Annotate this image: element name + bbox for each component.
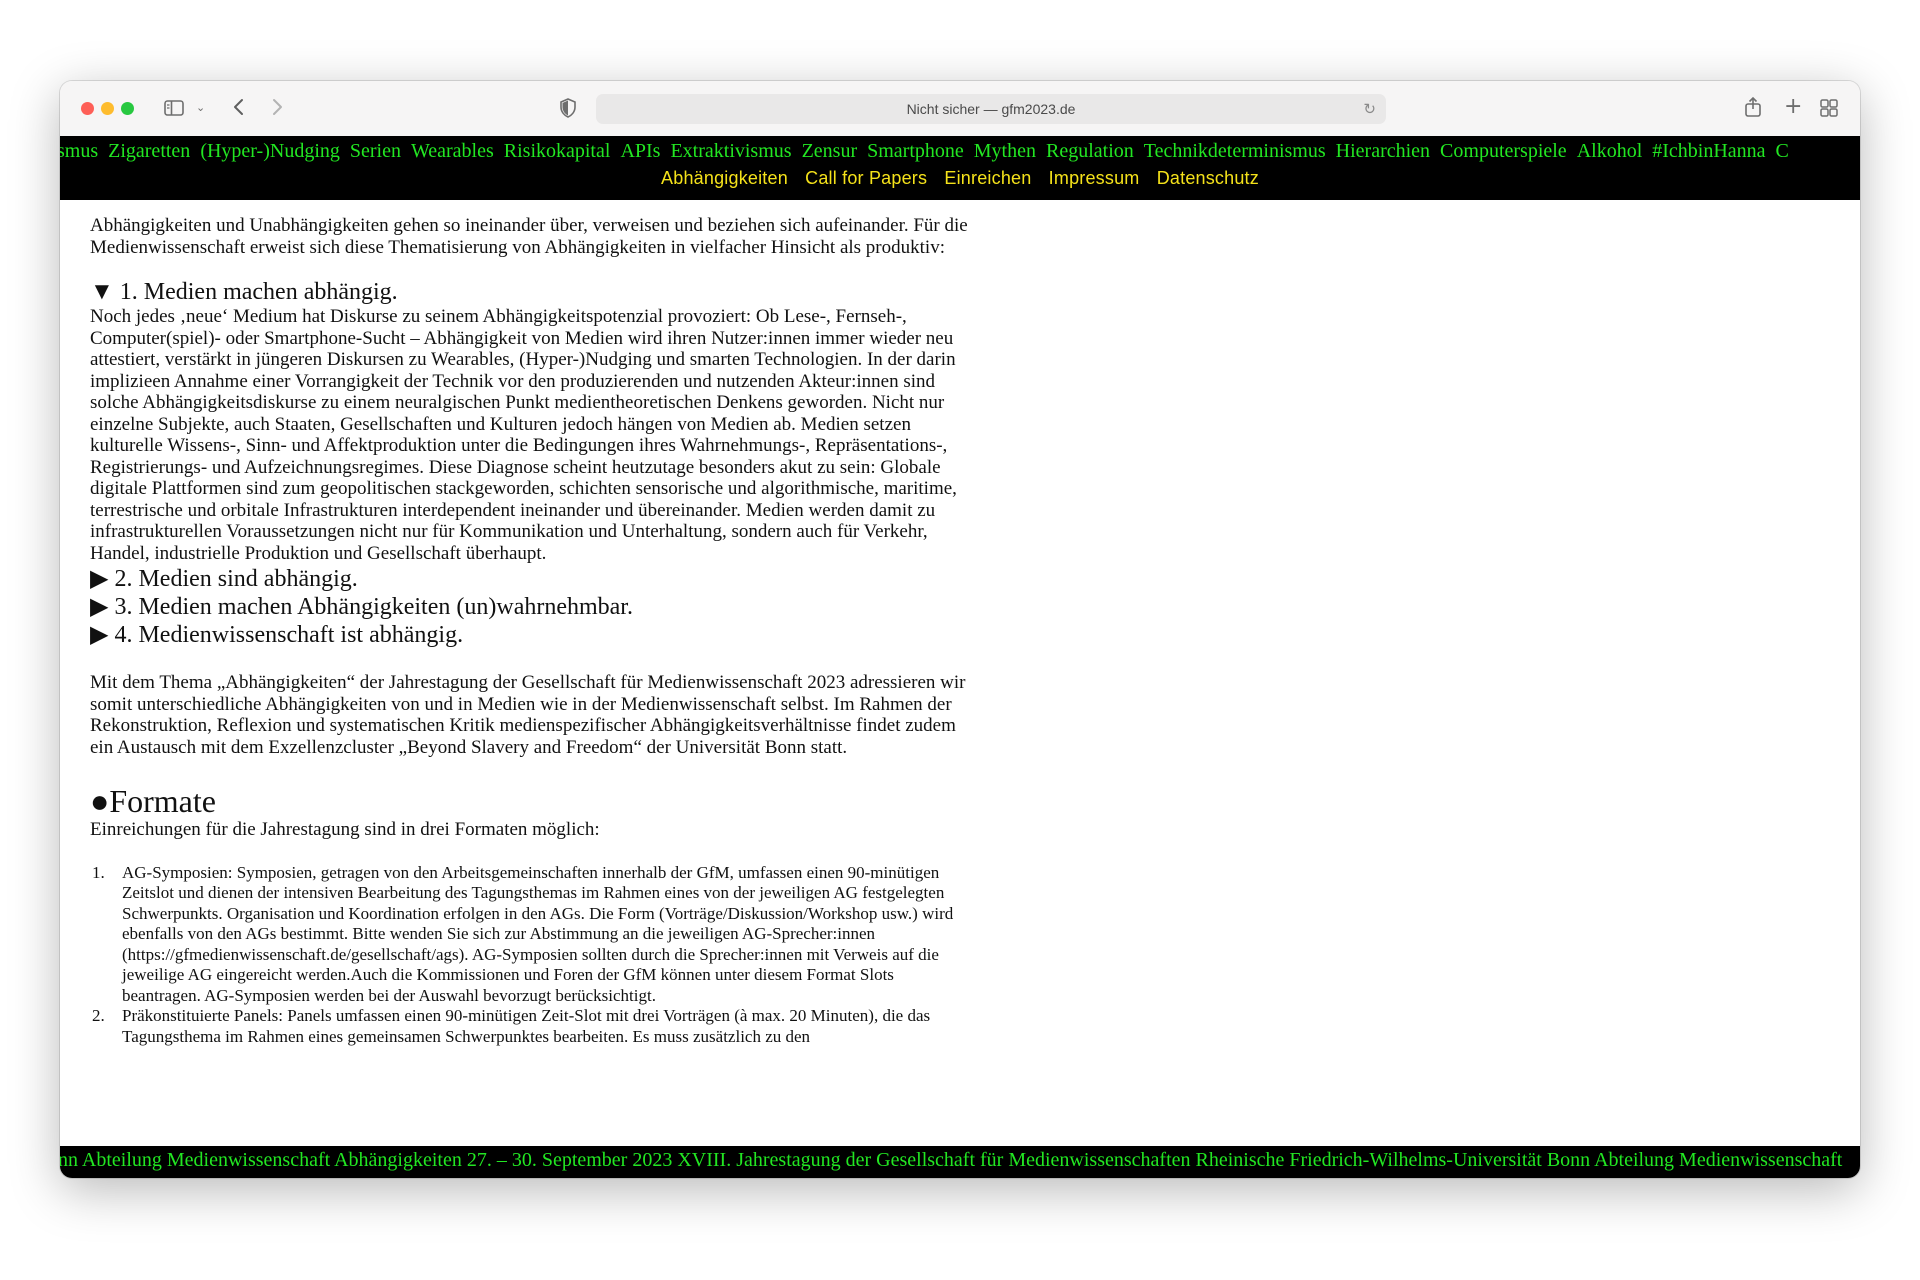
site-header: smus Zigaretten (Hyper-)Nudging Serien Weara…: [60, 136, 1860, 200]
outro-paragraph: Mit dem Thema „Abhängigkeiten“ der Jahre…: [90, 672, 966, 758]
sidebar-toggle-icon[interactable]: [164, 99, 184, 120]
ticker-word: Extraktivismus: [670, 140, 792, 162]
ticker-word: Wearables: [410, 140, 494, 162]
formate-lead: Einreichungen für die Jahrestagung sind …: [90, 819, 600, 840]
nav-link-abhaengigkeiten[interactable]: Abhängigkeiten: [661, 168, 788, 188]
list-item: 2. Präkonstituierte Panels: Panels umfas…: [90, 1006, 970, 1047]
ticker-word: Serien: [349, 140, 401, 162]
section-1-toggle[interactable]: ▼ 1. Medien machen abhängig.: [90, 278, 970, 306]
list-item-number: 1.: [92, 862, 105, 882]
list-item-text: AG-Symposien: Symposien, getragen von de…: [122, 862, 954, 1005]
ticker-word: Regulation: [1045, 140, 1134, 162]
zoom-window-button[interactable]: [121, 102, 134, 115]
footer-ticker-text: nn Abteilung Medienwissenschaft Abhängig…: [60, 1149, 1843, 1171]
ticker-word: Risikokapital: [503, 140, 611, 162]
privacy-shield-icon[interactable]: [560, 98, 576, 121]
main-nav: Abhängigkeiten Call for Papers Einreiche…: [60, 168, 1860, 189]
section-4-toggle[interactable]: ▶ 4. Medienwissenschaft ist abhängig.: [90, 621, 970, 649]
ticker-word: Technikdeterminismus: [1143, 140, 1326, 162]
chevron-down-icon[interactable]: ⌄: [196, 102, 205, 113]
ticker-word: (Hyper-)Nudging: [200, 140, 340, 162]
list-item-number: 2.: [92, 1006, 105, 1025]
list-item-text: Präkonstituierte Panels: Panels umfassen…: [122, 1006, 931, 1046]
nav-link-impressum[interactable]: Impressum: [1049, 168, 1140, 188]
triangle-right-icon: ▶: [90, 566, 109, 592]
nav-link-datenschutz[interactable]: Datenschutz: [1157, 168, 1259, 188]
ticker-word: Computerspiele: [1440, 140, 1567, 162]
ticker-word: Zigaretten: [108, 140, 191, 162]
ticker-word: #IchbinHanna: [1652, 140, 1766, 162]
section-2-title: 2. Medien sind abhängig.: [114, 566, 358, 592]
new-tab-plus-icon[interactable]: +: [1784, 96, 1802, 118]
list-item: 1. AG-Symposien: Symposien, getragen von…: [90, 863, 970, 1007]
ticker-word: Smartphone: [867, 140, 964, 162]
ticker-word: Alkohol: [1576, 140, 1643, 162]
share-icon[interactable]: [1744, 96, 1762, 121]
triangle-right-icon: ▶: [90, 622, 109, 648]
nav-link-einreichen[interactable]: Einreichen: [944, 168, 1031, 188]
url-text: Nicht sicher — gfm2023.de: [906, 101, 1076, 117]
footer-ticker-bar: nn Abteilung Medienwissenschaft Abhängig…: [60, 1146, 1860, 1178]
triangle-right-icon: ▶: [90, 594, 109, 620]
formate-list: 1. AG-Symposien: Symposien, getragen von…: [90, 863, 970, 1048]
main-content: Abhängigkeiten und Unabhängigkeiten gehe…: [90, 215, 970, 1144]
section-1-body: Noch jedes ‚neue‘ Medium hat Diskurse zu…: [90, 306, 957, 564]
section-1-title: 1. Medien machen abhängig.: [119, 279, 398, 305]
section-1-expanded: ▼ 1. Medien machen abhängig. Noch jedes …: [90, 278, 970, 564]
nav-link-call-for-papers[interactable]: Call for Papers: [805, 168, 927, 188]
reload-icon[interactable]: ↻: [1363, 100, 1376, 118]
ticker-word: Zensur: [801, 140, 858, 162]
ticker-word: smus: [60, 140, 99, 162]
browser-toolbar: ⌄ Nicht sicher — gfm2023.de ↻ +: [60, 81, 1860, 137]
ticker-word: Hierarchien: [1335, 140, 1431, 162]
formate-heading: ●Formate: [90, 783, 216, 819]
back-arrow-icon[interactable]: [232, 97, 246, 120]
section-3-toggle[interactable]: ▶ 3. Medien machen Abhängigkeiten (un)wa…: [90, 593, 970, 621]
section-4-title: 4. Medienwissenschaft ist abhängig.: [114, 622, 464, 648]
ticker-word: APIs: [620, 140, 661, 162]
ticker-word: Mythen: [973, 140, 1036, 162]
section-2-toggle[interactable]: ▶ 2. Medien sind abhängig.: [90, 565, 970, 593]
forward-arrow-icon[interactable]: [270, 97, 284, 120]
browser-window: ⌄ Nicht sicher — gfm2023.de ↻ + smus Ziga…: [60, 81, 1860, 1178]
intro-paragraph: Abhängigkeiten und Unabhängigkeiten gehe…: [90, 215, 968, 258]
address-bar[interactable]: Nicht sicher — gfm2023.de ↻: [596, 94, 1386, 124]
keyword-ticker: smus Zigaretten (Hyper-)Nudging Serien Weara…: [60, 140, 1799, 163]
close-window-button[interactable]: [81, 102, 94, 115]
section-3-title: 3. Medien machen Abhängigkeiten (un)wahr…: [114, 594, 633, 620]
tab-overview-icon[interactable]: [1820, 99, 1838, 120]
minimize-window-button[interactable]: [101, 102, 114, 115]
triangle-down-icon: ▼: [90, 279, 114, 305]
ticker-word: C: [1775, 140, 1789, 162]
